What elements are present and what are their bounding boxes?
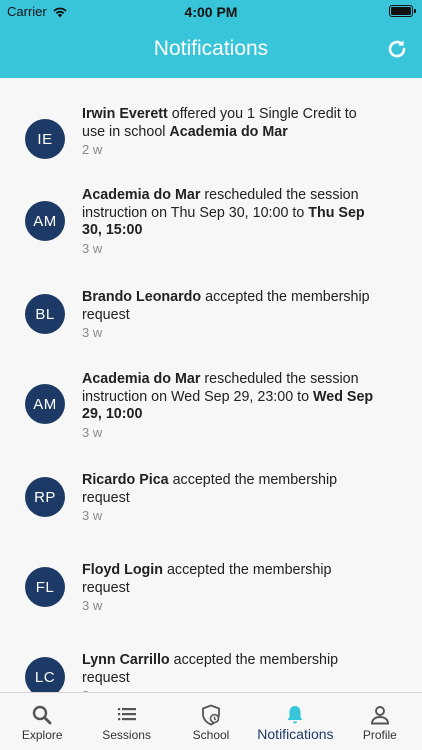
shield-icon [202, 704, 220, 726]
notification-message: Ricardo Pica accepted the membership req… [82, 472, 382, 507]
tab-notifications[interactable]: Notifications [253, 693, 337, 750]
notification-actor: Brando Leonardo [82, 289, 202, 305]
notification-time: 3 w [82, 508, 103, 524]
notification-time: 3 w [82, 240, 103, 256]
avatar: BL [25, 294, 65, 334]
notification-message: Floyd Login accepted the membership requ… [82, 562, 382, 597]
notification-actor: Floyd Login [82, 562, 163, 578]
avatar: AM [25, 384, 65, 424]
search-icon [33, 705, 52, 725]
notification-message: Irwin Everett offered you 1 Single Credi… [82, 106, 382, 141]
tab-label: Explore [21, 728, 63, 742]
notification-time: 3 w [82, 325, 103, 341]
notifications-list[interactable]: IE Irwin Everett offered you 1 Single Cr… [0, 78, 422, 692]
tab-label: Notifications [257, 726, 334, 742]
tab-label: Profile [362, 728, 397, 742]
avatar: RP [25, 477, 65, 517]
nav-bar: Notifications [0, 24, 422, 78]
avatar: AM [25, 201, 65, 241]
tab-sessions[interactable]: Sessions [84, 693, 168, 750]
notification-message: Lynn Carrillo accepted the membership re… [82, 652, 382, 687]
bell-icon [287, 706, 303, 724]
tab-label: School [192, 728, 230, 742]
notification-actor: Academia do Mar [82, 187, 201, 203]
list-icon [117, 708, 136, 721]
notification-actor: Irwin Everett [82, 106, 168, 122]
notification-message: Academia do Mar rescheduled the session … [82, 371, 382, 424]
refresh-icon[interactable] [385, 37, 409, 61]
avatar: FL [25, 567, 65, 607]
tab-label: Sessions [102, 728, 151, 742]
notification-actor: Lynn Carrillo [82, 652, 170, 668]
status-time: 4:00 PM [184, 4, 238, 20]
notification-target: Academia do Mar [169, 123, 288, 140]
tab-explore[interactable]: Explore [0, 693, 84, 750]
person-icon [370, 706, 389, 725]
avatar: LC [25, 657, 65, 692]
avatar: IE [25, 119, 65, 159]
notification-time: 2 w [82, 142, 103, 158]
tab-school[interactable]: School [169, 693, 253, 750]
tab-bar: Explore Sessions School Notifications Pr… [0, 692, 422, 750]
notification-message: Academia do Mar rescheduled the session … [82, 187, 382, 240]
notification-time: 3 w [82, 424, 103, 440]
status-bar: Carrier 4:00 PM [0, 0, 422, 24]
page-title: Notifications [153, 37, 269, 60]
notification-actor: Ricardo Pica [82, 472, 169, 488]
battery-icon [389, 5, 416, 17]
notification-time: 3 w [82, 598, 103, 614]
notification-actor: Academia do Mar [82, 371, 201, 387]
notification-message: Brando Leonardo accepted the membership … [82, 289, 382, 324]
tab-profile[interactable]: Profile [338, 693, 422, 750]
